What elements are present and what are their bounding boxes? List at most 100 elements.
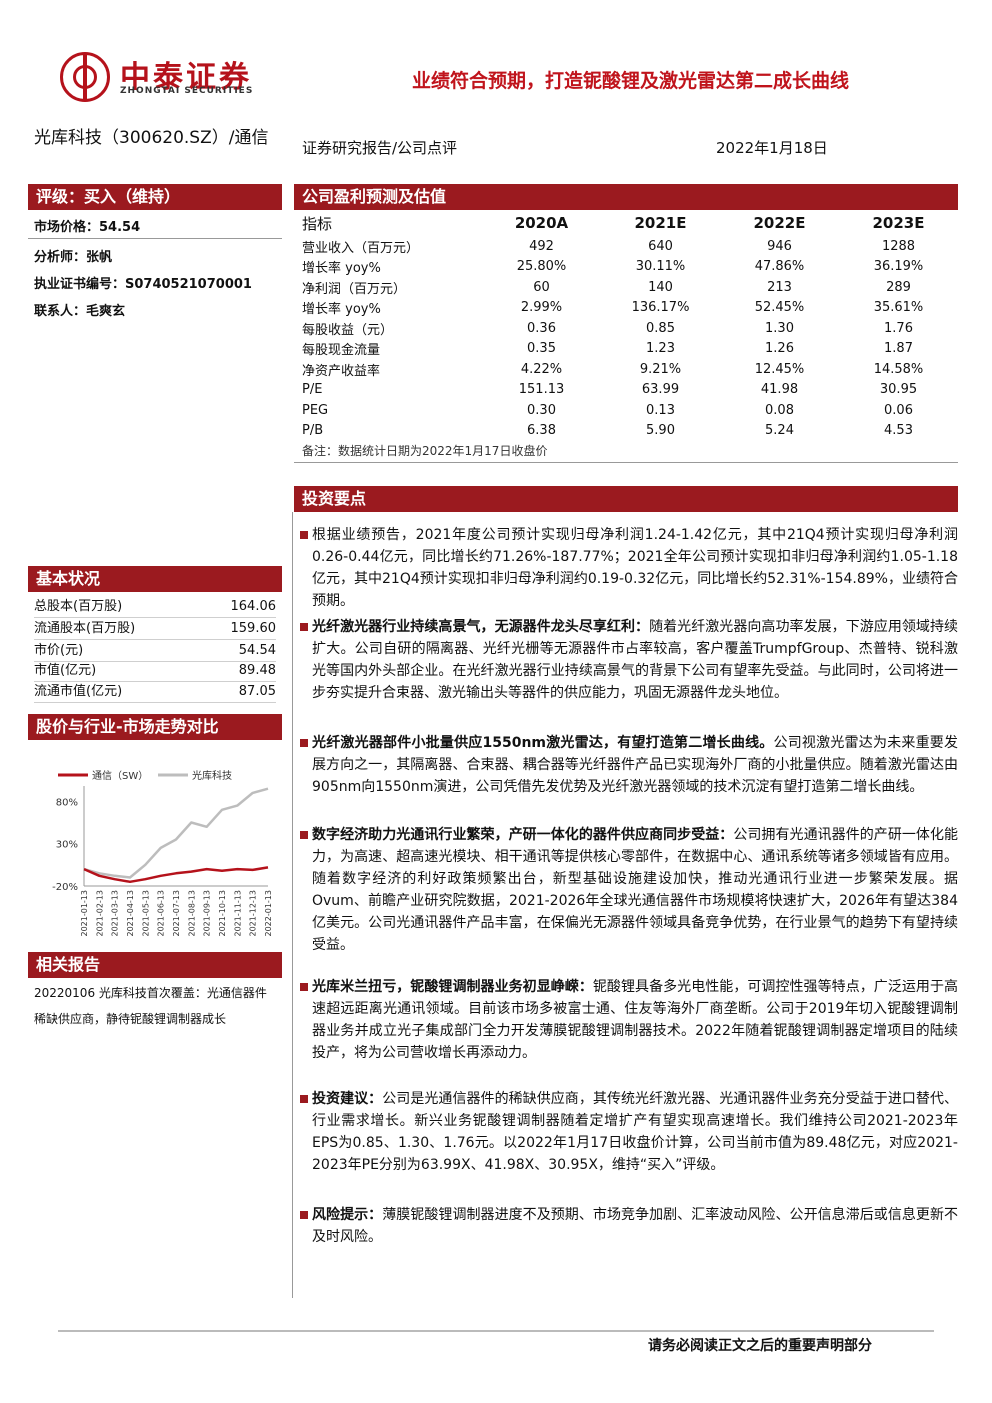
bullet-square-icon: [300, 623, 308, 631]
invest-point-heading: 光纤激光器部件小批量供应1550nm激光雷达，有望打造第二增长曲线。: [312, 735, 774, 751]
forecast-cell: 5.90: [646, 423, 675, 439]
footer-disclaimer: 请务必阅读正文之后的重要声明部分: [648, 1338, 872, 1354]
invest-point: 光库米兰扭亏，铌酸锂调制器业务初显峥嵘：铌酸锂具备多光电性能，可调控性强等特点，…: [312, 976, 958, 1064]
bullet-square-icon: [300, 1211, 308, 1219]
basic-info-value: 87.05: [238, 684, 276, 699]
forecast-header-row: 指标 2020A 2021E 2022E 2023E: [302, 210, 958, 236]
forecast-cell: 41.98: [760, 382, 799, 398]
basic-info-label: 流通股本(百万股): [34, 621, 136, 636]
column-divider: [292, 512, 293, 1298]
forecast-cell: 35.61%: [873, 300, 924, 316]
forecast-cell: 0.13: [646, 402, 675, 418]
forecast-row-label: 每股现金流量: [302, 343, 381, 359]
invest-point: 风险提示：薄膜铌酸锂调制器进度不及预期、市场竞争加剧、汇率波动风险、公开信息滞后…: [312, 1204, 958, 1248]
forecast-cell: 4.53: [884, 423, 913, 439]
report-headline: 业绩符合预期，打造铌酸锂及激光雷达第二成长曲线: [412, 70, 850, 92]
forecast-cell: 5.24: [765, 423, 794, 439]
forecast-cell: 0.35: [527, 341, 556, 357]
forecast-header-cell: 2021E: [634, 214, 687, 232]
x-tick-label: 2021-09-13: [203, 890, 212, 937]
invest-point: 数字经济助力光通讯行业繁荣，产研一体化的器件供应商同步受益：公司拥有光通讯器件的…: [312, 824, 958, 956]
forecast-cell: 140: [648, 279, 673, 295]
forecast-cell: 14.58%: [873, 361, 924, 377]
forecast-row-label: P/E: [302, 382, 323, 398]
basic-info-row: 市值(亿元) 89.48: [34, 660, 276, 682]
related-title: 相关报告: [28, 952, 282, 978]
y-tick-label: -20%: [52, 882, 78, 893]
forecast-header-cell: 2022E: [753, 214, 806, 232]
forecast-cell: 47.86%: [754, 259, 805, 275]
forecast-cell: 0.06: [884, 402, 913, 418]
forecast-row-label: 营业收入（百万元）: [302, 240, 420, 256]
bullet-square-icon: [300, 531, 308, 539]
y-tick-label: 80%: [56, 797, 78, 808]
forecast-table: 指标 2020A 2021E 2022E 2023E 营业收入（百万元） 492 640 946…: [302, 210, 958, 441]
forecast-cell: 9.21%: [639, 361, 682, 377]
x-tick-label: 2021-05-13: [141, 890, 150, 937]
stock-title: 光库科技（300620.SZ）/通信: [34, 128, 269, 148]
forecast-cell: 25.80%: [516, 259, 567, 275]
invest-point-heading: 光纤激光器行业持续高景气，无源器件龙头尽享红利：: [312, 619, 650, 635]
invest-point-text: 公司拥有光通讯器件的产研一体化能力，为高速、超高速光模块、相干通讯等提供核心零部…: [312, 827, 959, 953]
related-report-text: 20220106 光库科技首次覆盖：光通信器件稀缺供应商，静待铌酸锂调制器成长: [34, 986, 267, 1026]
forecast-row: P/E 151.13 63.99 41.98 30.95: [302, 380, 958, 401]
x-tick-label: 2021-10-13: [218, 890, 227, 937]
forecast-header-cell: 指标: [302, 214, 333, 233]
x-tick-label: 2021-08-13: [187, 890, 196, 937]
forecast-row-label: 增长率 yoy%: [302, 261, 381, 277]
forecast-cell: 30.11%: [635, 259, 686, 275]
bullet-square-icon: [300, 983, 308, 991]
x-tick-label: 2021-01-13: [80, 890, 89, 937]
forecast-row: 增长率 yoy% 25.80% 30.11% 47.86% 36.19%: [302, 257, 958, 278]
invest-title: 投资要点: [294, 486, 958, 512]
x-tick-label: 2021-04-13: [126, 890, 135, 937]
analyst: 分析师：张帆: [34, 250, 113, 265]
brand-logo-icon: [60, 52, 110, 102]
invest-point-text: 根据业绩预告，2021年度公司预计实现归母净利润1.24-1.42亿元，其中21…: [312, 527, 958, 609]
divider: [28, 238, 282, 239]
forecast-row: PEG 0.30 0.13 0.08 0.06: [302, 400, 958, 421]
price-chart: 通信（SW） 光库科技 80% 30% -20%2021-01-13 2021-02-13…: [52, 769, 273, 937]
invest-point-text: 薄膜铌酸锂调制器进度不及预期、市场竞争加剧、汇率波动风险、公开信息滞后或信息更新…: [312, 1207, 959, 1245]
invest-point: 根据业绩预告，2021年度公司预计实现归母净利润1.24-1.42亿元，其中21…: [312, 524, 958, 612]
forecast-cell: 6.38: [527, 423, 556, 439]
y-tick-label: 30%: [56, 840, 78, 851]
report-date: 2022年1月18日: [716, 139, 828, 157]
invest-point: 投资建议：公司是光通信器件的稀缺供应商，其传统光纤激光器、光通讯器件业务充分受益…: [312, 1088, 958, 1176]
forecast-row-label: P/B: [302, 423, 324, 439]
forecast-cell: 0.08: [765, 402, 794, 418]
forecast-cell: 4.22%: [520, 361, 563, 377]
x-tick-label: 2021-02-13: [95, 890, 104, 937]
forecast-cell: 136.17%: [631, 300, 690, 316]
bullet-square-icon: [300, 831, 308, 839]
forecast-cell: 63.99: [641, 382, 680, 398]
forecast-cell: 1288: [881, 238, 916, 254]
market-price: 市场价格：54.54: [34, 220, 141, 235]
forecast-cell: 213: [767, 279, 792, 295]
footer-rule: [58, 1330, 934, 1332]
basic-title: 基本状况: [28, 566, 282, 592]
basic-info-label: 流通市值(亿元): [34, 684, 123, 699]
forecast-cell: 151.13: [518, 382, 565, 398]
x-tick-label: 2021-11-13: [233, 890, 242, 937]
rating-bar: 评级：买入（维持）: [28, 184, 282, 210]
forecast-row: 每股现金流量 0.35 1.23 1.26 1.87: [302, 339, 958, 360]
forecast-cell: 946: [767, 238, 792, 254]
forecast-cell: 289: [886, 279, 911, 295]
invest-point-heading: 投资建议：: [312, 1091, 383, 1107]
forecast-cell: 1.30: [765, 320, 794, 336]
contact: 联系人：毛爽玄: [34, 304, 126, 319]
forecast-cell: 492: [529, 238, 554, 254]
bullet-square-icon: [300, 1095, 308, 1103]
chart-title: 股价与行业-市场走势对比: [28, 714, 282, 740]
forecast-cell: 2.99%: [520, 300, 563, 316]
forecast-row-label: 净资产收益率: [302, 363, 381, 379]
basic-info-row: 流通股本(百万股) 159.60: [34, 618, 276, 640]
forecast-header-cell: 2020A: [514, 214, 569, 232]
basic-info-row: 流通市值(亿元) 87.05: [34, 681, 276, 703]
forecast-cell: 1.87: [884, 341, 913, 357]
invest-point-text: 公司是光通信器件的稀缺供应商，其传统光纤激光器、光通讯器件业务充分受益于进口替代…: [312, 1091, 959, 1173]
forecast-row: P/B 6.38 5.90 5.24 4.53: [302, 421, 958, 442]
invest-point-heading: 数字经济助力光通讯行业繁荣，产研一体化的器件供应商同步受益：: [312, 827, 734, 843]
forecast-row-label: 净利润（百万元）: [302, 281, 407, 297]
